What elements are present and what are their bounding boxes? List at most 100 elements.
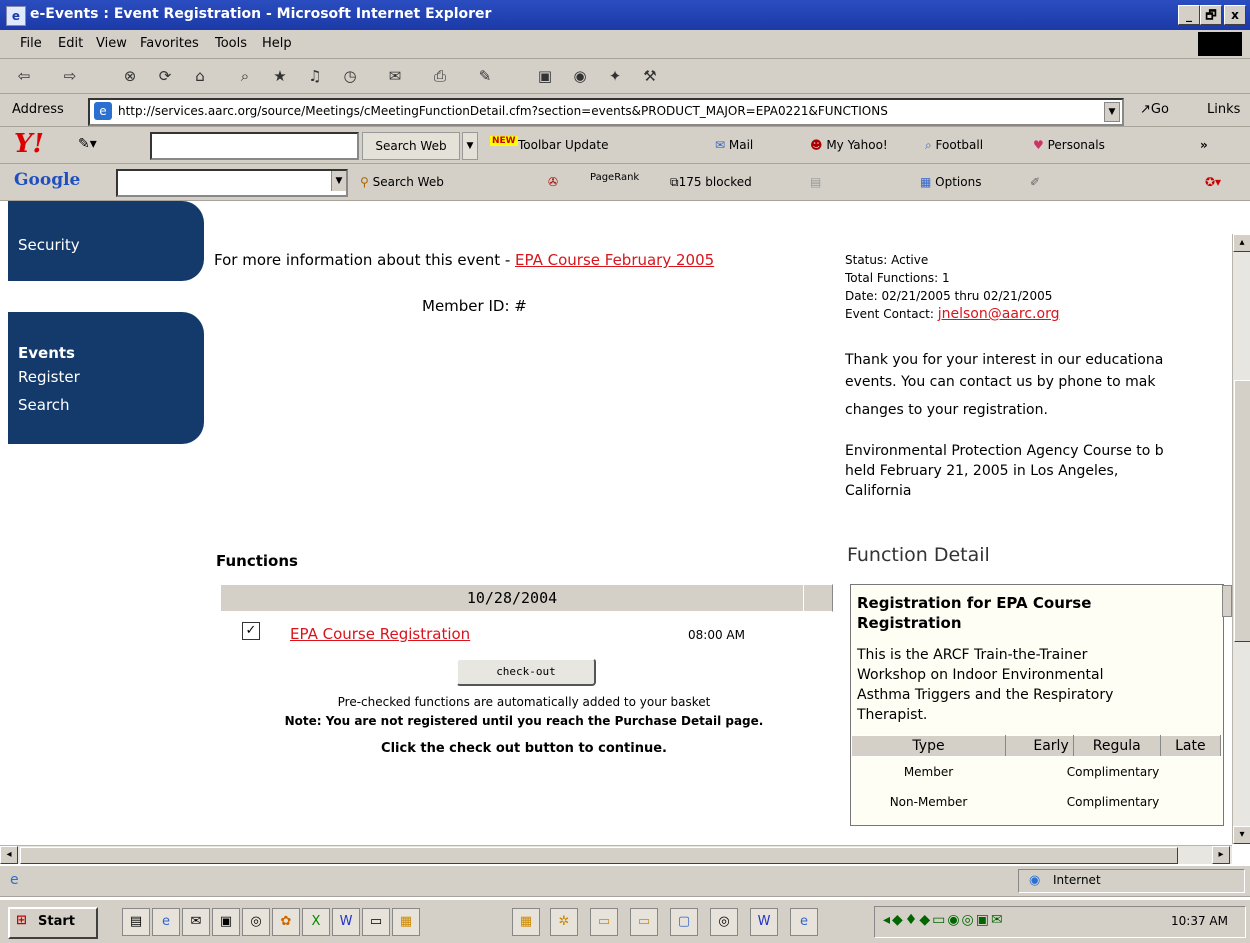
horizontal-scrollbar[interactable]: ◂ ▸ (0, 845, 1232, 864)
menu-file[interactable]: File (20, 36, 42, 51)
edit-icon[interactable]: ✎ (475, 66, 495, 86)
task-app-3[interactable]: ▭ (590, 908, 618, 936)
event-info-link[interactable]: EPA Course February 2005 (515, 251, 714, 269)
highlighter-icon[interactable]: ✐ (1030, 175, 1040, 189)
toolbar-more-icon[interactable]: » (1200, 138, 1208, 152)
print-icon[interactable]: ⎙ (430, 66, 450, 86)
mail-button[interactable]: ✉ Mail (715, 138, 753, 152)
messenger-icon[interactable]: ◉ (570, 66, 590, 86)
menu-edit[interactable]: Edit (58, 36, 83, 51)
clock: 10:37 AM (1171, 914, 1228, 928)
scroll-down-icon[interactable]: ▾ (1233, 826, 1250, 844)
news-icon[interactable]: ✇ (548, 175, 558, 189)
google-search-button[interactable]: ⚲ Search Web (360, 175, 444, 189)
mail-icon[interactable]: ✉ (385, 66, 405, 86)
yahoo-search-input[interactable] (150, 132, 359, 160)
toolbar-update-button[interactable]: Toolbar Update (518, 138, 609, 152)
tools-icon[interactable]: ⚒ (640, 66, 660, 86)
horizontal-scroll-thumb[interactable] (20, 847, 1178, 864)
quicklaunch-ie-icon[interactable]: e (152, 908, 180, 936)
links-button[interactable]: Links (1207, 102, 1240, 117)
yahoo-search-dropdown-icon[interactable]: ▼ (462, 132, 478, 160)
start-button[interactable]: ⊞ Start (8, 907, 98, 939)
history-icon[interactable]: ◷ (340, 66, 360, 86)
col-type: Type (851, 735, 1006, 757)
vertical-scroll-thumb[interactable] (1234, 380, 1250, 642)
table-row: Non-Member Complimentary (852, 787, 1221, 817)
detail-box-scrollbar[interactable] (1222, 585, 1232, 617)
address-dropdown-icon[interactable]: ▼ (1104, 102, 1120, 122)
scroll-right-icon[interactable]: ▸ (1212, 846, 1230, 864)
discuss-icon[interactable]: ▣ (535, 66, 555, 86)
task-app-4[interactable]: ▭ (630, 908, 658, 936)
contact-email-link[interactable]: jnelson@aarc.org (938, 306, 1060, 322)
yahoo-logo[interactable]: Y! (14, 129, 44, 159)
personals-button[interactable]: ♥ Personals (1033, 138, 1105, 152)
function-link[interactable]: EPA Course Registration (290, 625, 470, 643)
quicklaunch-folder-icon[interactable]: ▭ (362, 908, 390, 936)
quicklaunch-word-icon[interactable]: W (332, 908, 360, 936)
minimize-button[interactable]: _ (1178, 5, 1200, 25)
windows-flag-icon: ⊞ (16, 913, 27, 928)
my-yahoo-button[interactable]: ☻ My Yahoo! (810, 138, 888, 152)
address-bar: Address e http://services.aarc.org/sourc… (0, 94, 1250, 127)
maximize-button[interactable]: 🗗 (1200, 5, 1222, 25)
scroll-left-icon[interactable]: ◂ (0, 846, 18, 864)
task-ie-window[interactable]: e (790, 908, 818, 936)
task-app-1[interactable]: ▦ (512, 908, 540, 936)
quicklaunch-explorer-icon[interactable]: ▦ (392, 908, 420, 936)
menu-help[interactable]: Help (262, 36, 292, 51)
quicklaunch-outlook-icon[interactable]: ✉ (182, 908, 210, 936)
menu-tools[interactable]: Tools (215, 36, 247, 51)
checkout-button[interactable]: check-out (456, 658, 596, 686)
menu-view[interactable]: View (96, 36, 127, 51)
pencil-icon[interactable]: ✎▾ (78, 136, 97, 152)
title-bar: e e-Events : Event Registration - Micros… (0, 0, 1250, 30)
yahoo-search-button[interactable]: Search Web (362, 132, 460, 160)
quicklaunch-desktop-icon[interactable]: ▤ (122, 908, 150, 936)
football-button[interactable]: ⌕ Football (925, 138, 983, 153)
stop-icon[interactable]: ⊗ (120, 66, 140, 86)
favorites-icon[interactable]: ★ (270, 66, 290, 86)
menu-favorites[interactable]: Favorites (140, 36, 199, 51)
quicklaunch-media-icon[interactable]: ◎ (242, 908, 270, 936)
back-icon[interactable]: ⇦ (14, 66, 34, 86)
task-app-6[interactable]: ◎ (710, 908, 738, 936)
address-input[interactable]: e http://services.aarc.org/source/Meetin… (88, 98, 1124, 126)
google-search-input[interactable]: ▼ (116, 169, 348, 197)
quicklaunch-app-icon[interactable]: ▣ (212, 908, 240, 936)
event-date: Date: 02/21/2005 thru 02/21/2005 (845, 289, 1053, 303)
scroll-up-icon[interactable]: ▴ (1233, 234, 1250, 252)
refresh-icon[interactable]: ⟳ (155, 66, 175, 86)
options-button[interactable]: ▦ Options (920, 175, 981, 189)
go-arrow-icon: ↗ (1140, 102, 1151, 117)
function-checkbox[interactable]: ✓ (242, 622, 260, 640)
quicklaunch-excel-icon[interactable]: X (302, 908, 330, 936)
forward-icon[interactable]: ⇨ (60, 66, 80, 86)
go-button[interactable]: ↗Go (1140, 102, 1169, 117)
nav-security-link[interactable]: Security (18, 236, 80, 254)
task-app-2[interactable]: ✲ (550, 908, 578, 936)
research-icon[interactable]: ✦ (605, 66, 625, 86)
smiley-icon: ☻ (810, 138, 827, 152)
media-icon[interactable]: ♫ (305, 66, 325, 86)
translate-icon[interactable]: ✪▾ (1205, 175, 1221, 189)
nav-register-link[interactable]: Register (18, 368, 80, 386)
vertical-scrollbar[interactable]: ▴ ▾ (1232, 234, 1250, 844)
home-icon[interactable]: ⌂ (190, 66, 210, 86)
nav-search-link[interactable]: Search (18, 396, 70, 414)
quicklaunch-messenger-icon[interactable]: ✿ (272, 908, 300, 936)
google-logo[interactable]: Google (14, 170, 80, 190)
zone-label: Internet (1053, 873, 1101, 887)
google-dropdown-icon[interactable]: ▼ (331, 171, 346, 191)
event-status: Status: Active (845, 253, 929, 267)
task-app-7[interactable]: W (750, 908, 778, 936)
popup-blocked-button[interactable]: ⧉175 blocked (670, 175, 752, 190)
binoculars-icon: ⚲ (360, 175, 373, 189)
task-app-5[interactable]: ▢ (670, 908, 698, 936)
tray-icons[interactable]: ◂◆♦◆▭◉◎▣✉ (883, 912, 1005, 928)
close-button[interactable]: x (1224, 5, 1246, 25)
event-info-line: For more information about this event - … (214, 251, 715, 269)
search-icon[interactable]: ⌕ (235, 66, 255, 86)
page-icon: e (94, 102, 112, 120)
